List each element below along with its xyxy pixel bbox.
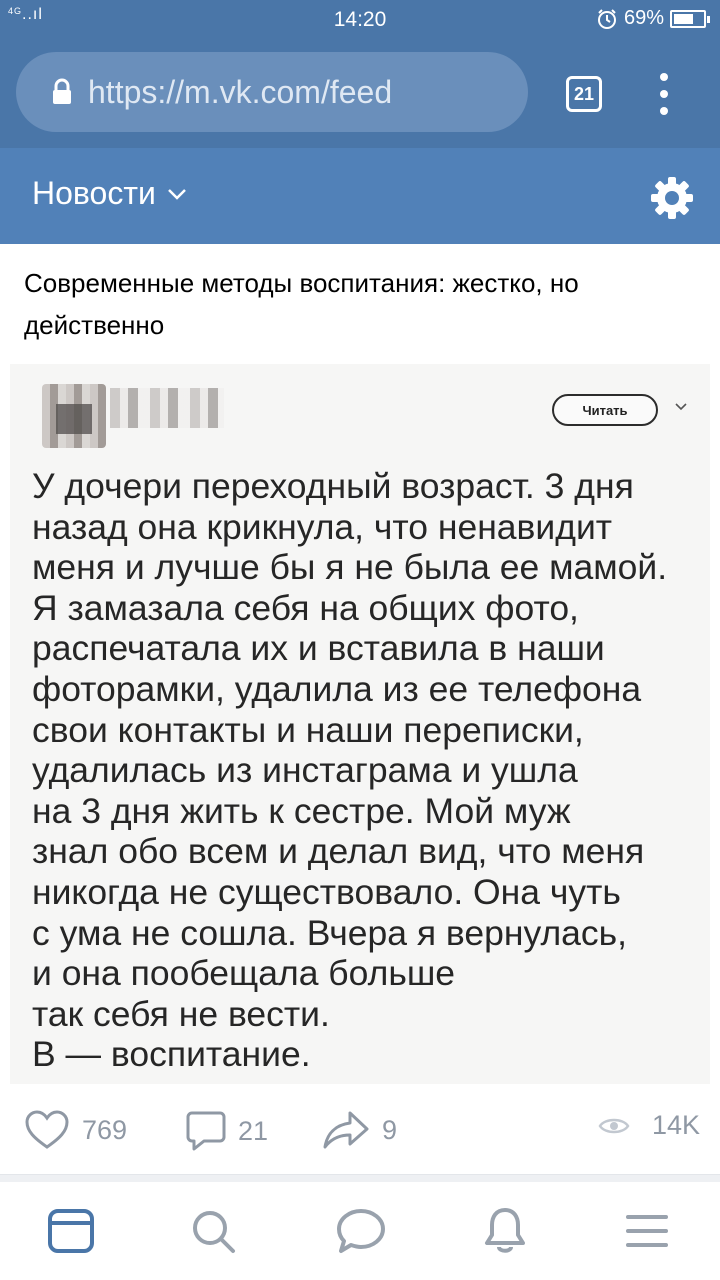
nav-news[interactable]: [44, 1204, 98, 1258]
page-title: Новости: [32, 175, 156, 211]
bell-icon: [485, 1208, 525, 1253]
menu-icon: [626, 1215, 668, 1247]
image-text-line: так себя не вести.: [32, 993, 330, 1034]
nav-messages[interactable]: [334, 1204, 388, 1258]
image-text-line: У дочери переходный возраст. 3 дня: [32, 466, 634, 506]
divider: [0, 1174, 720, 1182]
messages-icon: [337, 1209, 385, 1253]
like-button[interactable]: 769: [24, 1110, 127, 1150]
feed-selector[interactable]: Новости: [32, 175, 188, 212]
image-text-line: фоторамки, удалила из ее телефона: [32, 668, 642, 709]
nav-notifications[interactable]: [478, 1204, 532, 1258]
comment-button[interactable]: 21: [186, 1110, 268, 1152]
nav-search[interactable]: [186, 1204, 240, 1258]
heart-icon: [25, 1110, 69, 1149]
lock-icon: [53, 78, 71, 104]
nav-menu[interactable]: [620, 1204, 674, 1258]
url-text: https://m.vk.com/feed: [88, 73, 393, 110]
blurred-author-name: [110, 388, 224, 428]
chevron-down-icon: [167, 188, 186, 200]
share-button[interactable]: 9: [322, 1110, 397, 1150]
alarm-icon: [597, 8, 616, 29]
url-bar[interactable]: https://m.vk.com/feed: [16, 52, 528, 132]
gear-icon[interactable]: [650, 176, 694, 220]
battery-percent: 69%: [623, 7, 664, 29]
image-text-line: свои контакты и наши переписки,: [32, 709, 584, 750]
bottom-navigation: [0, 1182, 720, 1280]
share-icon: [323, 1111, 369, 1149]
tabs-button[interactable]: 21: [566, 76, 602, 112]
like-count: 769: [82, 1114, 128, 1145]
app-header: Новости: [0, 148, 720, 244]
battery-icon: [670, 9, 710, 28]
comment-icon: [186, 1111, 226, 1151]
post-actions: 769 21 9 14K: [0, 1100, 720, 1164]
image-text-line: В — воспитание.: [32, 1034, 311, 1075]
comment-count: 21: [238, 1115, 269, 1146]
image-text-line: меня и лучше бы я не была ее мамой.: [32, 547, 668, 588]
views-counter: 14K: [598, 1110, 700, 1141]
follow-button: Читать: [552, 394, 658, 426]
share-count: 9: [382, 1114, 398, 1145]
browser-toolbar: https://m.vk.com/feed 21: [0, 40, 720, 148]
view-count: 14K: [652, 1110, 701, 1140]
screen: 4G..ıl 14:20 69% https://m.vk.com/feed 2…: [0, 0, 720, 1280]
battery-fill: [674, 13, 694, 24]
search-icon: [193, 1211, 235, 1253]
status-bar: 4G..ıl 14:20 69%: [0, 0, 720, 40]
chevron-down-icon: [675, 403, 687, 411]
image-text-line: знал обо всем и делал вид, что меня: [32, 831, 645, 872]
image-text-line: Я замазала себя на общих фото,: [32, 587, 579, 628]
image-text-line: с ума не сошла. Вчера я вернулась,: [32, 912, 628, 953]
post-image[interactable]: Читать У дочери переходный возраст. 3 дн…: [10, 364, 710, 1084]
browser-menu-icon[interactable]: [652, 70, 676, 118]
news-icon: [48, 1209, 94, 1253]
eye-icon: [598, 1118, 630, 1133]
image-text-line: никогда не существовало. Она чуть: [32, 871, 621, 912]
post-caption: Современные методы воспитания: жестко, н…: [24, 268, 579, 340]
image-text-line: назад она крикнула, что ненавидит: [32, 506, 613, 547]
status-right: 69%: [596, 7, 710, 30]
blurred-avatar: [42, 384, 106, 448]
image-text: У дочери переходный возраст. 3 дня назад…: [32, 466, 702, 1075]
image-text-line: распечатала их и вставила в наши: [32, 628, 605, 669]
image-text-line: на 3 дня жить к сестре. Мой муж: [32, 790, 571, 831]
image-text-line: и она пообещала больше: [32, 953, 456, 994]
image-text-line: удалилась из инстаграма и ушла: [32, 750, 578, 791]
